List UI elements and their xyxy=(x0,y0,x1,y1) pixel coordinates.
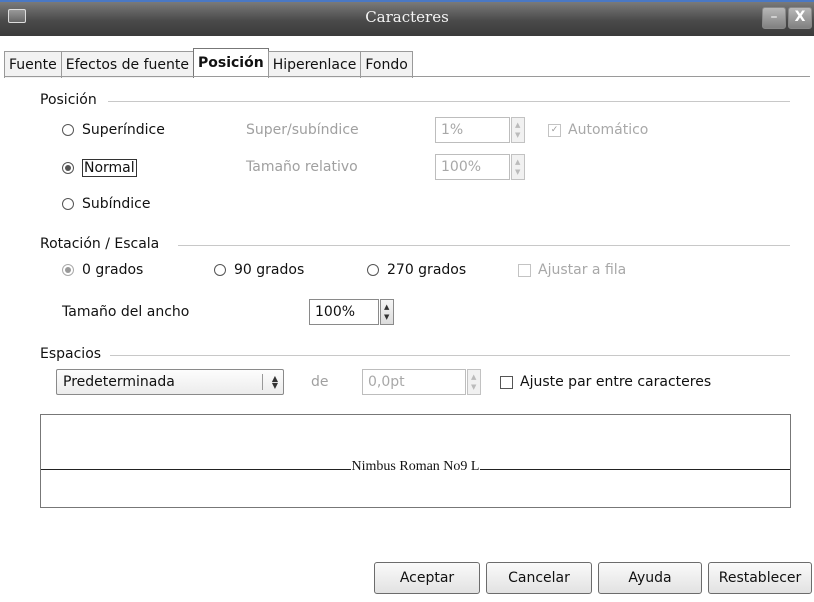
raise-lower-value: 1% xyxy=(441,122,464,138)
checkbox-box xyxy=(500,375,513,389)
width-scale-value: 100% xyxy=(315,304,356,320)
rotation-90-label: 90 grados xyxy=(234,262,305,278)
title-bar[interactable]: Caracteres – X xyxy=(0,2,814,36)
rotation-section-label: Rotación / Escala xyxy=(40,236,160,252)
spacing-amount-spinner[interactable]: 0,0pt ▲ ▼ xyxy=(362,369,481,395)
spin-arrows-icon[interactable]: ▲ ▼ xyxy=(511,154,525,180)
spin-up-arrow-icon[interactable]: ▲ xyxy=(471,373,476,381)
combo-arrows-icon: ▲ ▼ xyxy=(271,374,278,390)
radio-indicator xyxy=(62,264,74,276)
radio-indicator xyxy=(62,162,74,174)
rotation-270-label: 270 grados xyxy=(387,262,467,278)
checkbox-check-icon: ✓ xyxy=(548,123,561,137)
fit-to-line-checkbox[interactable]: Ajustar a fila xyxy=(518,262,626,278)
spin-up-arrow-icon[interactable]: ▲ xyxy=(515,121,520,129)
preview-sample-text: Nimbus Roman No9 L xyxy=(350,459,481,475)
width-scale-label: Tamaño del ancho xyxy=(62,304,190,320)
window-title: Caracteres xyxy=(365,8,449,26)
rotation-0-label: 0 grados xyxy=(82,262,144,278)
spin-down-arrow-icon[interactable]: ▼ xyxy=(515,168,520,176)
radio-indicator xyxy=(62,124,74,136)
automatic-label: Automático xyxy=(568,122,649,138)
pair-kerning-checkbox[interactable]: Ajuste par entre caracteres xyxy=(500,374,711,390)
spin-arrows-icon[interactable]: ▲ ▼ xyxy=(511,117,525,143)
spacing-amount-value: 0,0pt xyxy=(368,374,405,390)
tab-background[interactable]: Fondo xyxy=(360,51,413,78)
normal-label: Normal xyxy=(82,159,137,177)
spin-arrows-icon[interactable]: ▲ ▼ xyxy=(467,369,481,395)
preview-box: Nimbus Roman No9 L xyxy=(40,414,791,508)
subscript-radio[interactable]: Subíndice xyxy=(62,196,151,212)
spacing-section-divider xyxy=(110,355,790,356)
close-button[interactable]: X xyxy=(788,7,812,29)
dropdown-separator xyxy=(262,374,263,390)
window-controls: – X xyxy=(760,7,812,29)
rotation-270-radio[interactable]: 270 grados xyxy=(367,262,466,278)
spacing-type-value: Predeterminada xyxy=(63,374,175,390)
preview-sample-wrapper: Nimbus Roman No9 L xyxy=(41,458,790,475)
position-section-label: Posición xyxy=(40,92,97,108)
raise-lower-label: Super/subíndice xyxy=(246,122,359,138)
spin-down-arrow-icon[interactable]: ▼ xyxy=(515,131,520,139)
spacing-type-dropdown[interactable]: Predeterminada ▲ ▼ xyxy=(56,369,284,395)
spin-down-arrow-icon[interactable]: ▼ xyxy=(471,383,476,391)
tab-font[interactable]: Fuente xyxy=(4,51,62,78)
raise-lower-spinner[interactable]: 1% ▲ ▼ xyxy=(435,117,525,143)
normal-radio[interactable]: Normal xyxy=(62,159,137,177)
relative-size-label: Tamaño relativo xyxy=(246,159,358,175)
radio-indicator xyxy=(214,264,226,276)
automatic-checkbox[interactable]: ✓ Automático xyxy=(548,122,648,138)
ok-button[interactable]: Aceptar xyxy=(374,562,480,594)
superscript-label: Superíndice xyxy=(82,122,165,138)
position-section-divider xyxy=(108,101,790,102)
subscript-label: Subíndice xyxy=(82,196,151,212)
spin-down-arrow-icon[interactable]: ▼ xyxy=(384,313,389,321)
radio-indicator xyxy=(62,198,74,210)
spacing-by-label: de xyxy=(311,374,329,390)
radio-indicator xyxy=(367,264,379,276)
tab-hyperlink[interactable]: Hiperenlace xyxy=(267,51,362,78)
cancel-button[interactable]: Cancelar xyxy=(486,562,592,594)
relative-size-spinner[interactable]: 100% ▲ ▼ xyxy=(435,154,525,180)
fit-to-line-label: Ajustar a fila xyxy=(538,262,627,278)
spin-up-arrow-icon[interactable]: ▲ xyxy=(515,158,520,166)
tab-bar: Fuente Efectos de fuente Posición Hipere… xyxy=(4,48,413,78)
spacing-section-label: Espacios xyxy=(40,346,102,362)
help-button[interactable]: Ayuda xyxy=(598,562,702,594)
spin-up-arrow-icon[interactable]: ▲ xyxy=(384,303,389,311)
tab-font-effects[interactable]: Efectos de fuente xyxy=(60,51,194,78)
spin-arrows-icon[interactable]: ▲ ▼ xyxy=(380,299,394,325)
relative-size-value: 100% xyxy=(441,159,482,175)
rotation-90-radio[interactable]: 90 grados xyxy=(214,262,304,278)
checkbox-box xyxy=(518,263,531,277)
tab-position[interactable]: Posición xyxy=(192,48,269,78)
dialog-body: Fuente Efectos de fuente Posición Hipere… xyxy=(0,36,814,602)
minimize-button[interactable]: – xyxy=(762,7,786,29)
reset-button[interactable]: Restablecer xyxy=(708,562,812,594)
rotation-section-divider xyxy=(178,245,790,246)
rotation-0-radio[interactable]: 0 grados xyxy=(62,262,143,278)
superscript-radio[interactable]: Superíndice xyxy=(62,122,165,138)
width-scale-spinner[interactable]: 100% ▲ ▼ xyxy=(309,299,394,325)
pair-kerning-label: Ajuste par entre caracteres xyxy=(520,374,712,390)
